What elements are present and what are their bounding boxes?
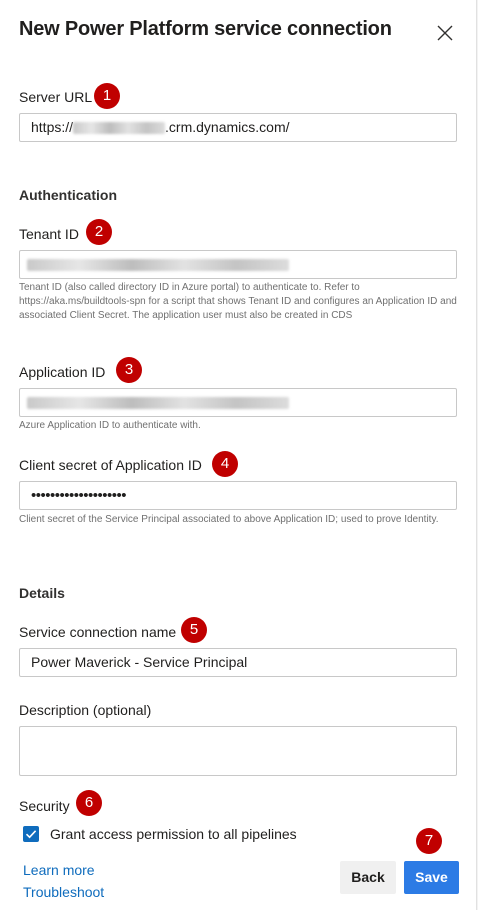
server-url-label: Server URL	[19, 89, 93, 105]
annotation-badge-5: 5	[181, 617, 207, 643]
annotation-badge-7: 7	[416, 828, 442, 854]
description-label: Description (optional)	[19, 702, 152, 718]
close-icon	[437, 25, 453, 41]
service-connection-panel: New Power Platform service connection Se…	[0, 0, 477, 910]
annotation-badge-6: 6	[76, 790, 102, 816]
annotation-badge-4: 4	[212, 451, 238, 477]
server-url-prefix: https://	[31, 119, 74, 135]
client-secret-label: Client secret of Application ID	[19, 457, 202, 473]
checkmark-icon	[25, 830, 37, 839]
tenant-id-input[interactable]	[19, 250, 457, 279]
grant-access-label: Grant access permission to all pipelines	[50, 826, 297, 842]
panel-title: New Power Platform service connection	[19, 18, 392, 40]
troubleshoot-link[interactable]: Troubleshoot	[23, 884, 104, 900]
close-button[interactable]	[434, 22, 456, 44]
learn-more-link[interactable]: Learn more	[23, 862, 95, 878]
annotation-badge-1: 1	[94, 83, 120, 109]
save-button[interactable]: Save	[404, 861, 459, 894]
tenant-id-help: Tenant ID (also called directory ID in A…	[19, 282, 457, 321]
redacted-org-name	[73, 122, 166, 135]
security-heading: Security	[19, 798, 70, 814]
application-id-input[interactable]	[19, 388, 457, 417]
annotation-badge-2: 2	[86, 219, 112, 245]
redacted-tenant-id	[27, 259, 289, 272]
authentication-heading: Authentication	[19, 187, 117, 203]
server-url-input[interactable]: https:// .crm.dynamics.com/	[19, 113, 457, 142]
application-id-help: Azure Application ID to authenticate wit…	[19, 420, 201, 431]
server-url-suffix: .crm.dynamics.com/	[165, 119, 290, 135]
client-secret-input[interactable]: ••••••••••••••••••••	[19, 481, 457, 510]
client-secret-help: Client secret of the Service Principal a…	[19, 514, 439, 525]
details-heading: Details	[19, 585, 65, 601]
application-id-label: Application ID	[19, 364, 106, 380]
redacted-application-id	[27, 397, 289, 410]
description-textarea[interactable]	[19, 726, 457, 776]
back-button[interactable]: Back	[340, 861, 396, 894]
connection-name-input[interactable]: Power Maverick - Service Principal	[19, 648, 457, 677]
annotation-badge-3: 3	[116, 357, 142, 383]
tenant-id-label: Tenant ID	[19, 226, 79, 242]
grant-access-checkbox[interactable]	[23, 826, 39, 842]
connection-name-label: Service connection name	[19, 624, 177, 640]
